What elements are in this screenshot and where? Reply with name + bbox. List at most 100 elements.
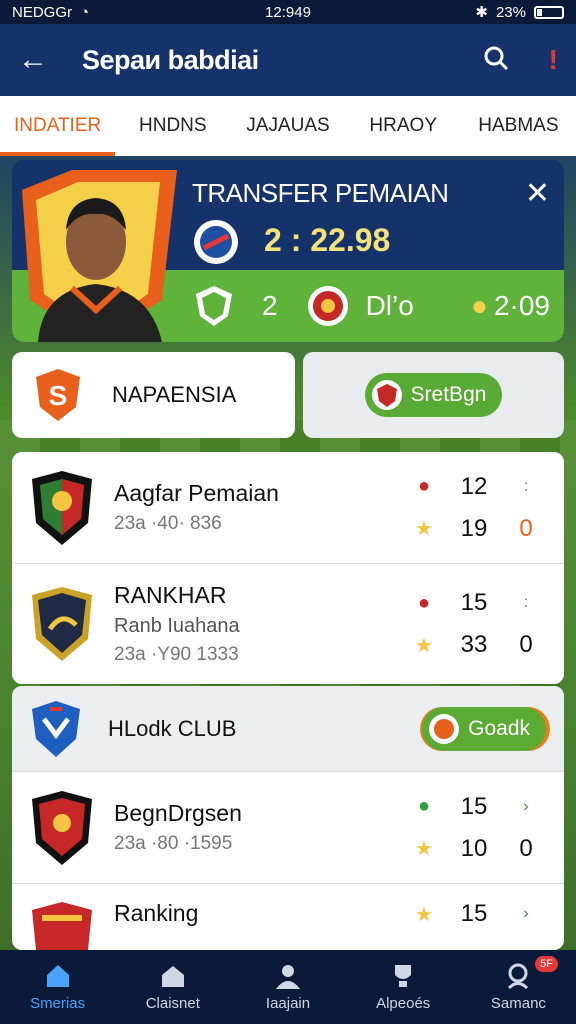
red-dot-icon: ●: [417, 591, 431, 614]
chevron-right-icon[interactable]: ›: [506, 905, 546, 923]
battery-icon: [534, 5, 564, 19]
player-stats: ● 12 : ★ 19 0: [406, 473, 546, 543]
stat-side: 0: [519, 631, 533, 658]
search-icon[interactable]: [483, 45, 509, 76]
profile-icon: [508, 963, 529, 989]
list-item[interactable]: BegnDrgsen 23a ·80 ·1595 ● 15 › ★ 10 0: [12, 772, 564, 884]
nav-item-samanc[interactable]: 5F Samanc: [461, 950, 576, 1024]
red-pin-icon: ●: [417, 475, 431, 497]
battery-text: 23%: [495, 3, 526, 21]
league-label-box[interactable]: S NAPAENSIA: [12, 352, 295, 438]
bottom-nav: Smerias Claisnet Iaajain Alpeoés 5F Sama…: [0, 950, 576, 1024]
players-icon: [276, 964, 300, 989]
transfer-score: 2 : 22.98: [264, 222, 391, 258]
chevron-right-icon[interactable]: ›: [506, 798, 546, 816]
nav-label: Claisnet: [145, 994, 200, 1012]
star-icon: ★: [415, 838, 433, 860]
team-crest-icon: [194, 220, 238, 264]
ranking-list-2: HLodk CLUB Goadk BegnDrgsen 23a ·80 ·159…: [12, 686, 564, 950]
stat-bottom: 10: [460, 834, 488, 862]
back-arrow-icon[interactable]: ←: [18, 43, 48, 77]
transfer-title: TRANSFER PEMAIAN: [192, 178, 449, 208]
nav-item-claisnet[interactable]: Claisnet: [115, 950, 230, 1024]
menu-dots-icon[interactable]: :: [506, 478, 546, 496]
stat-side: 0: [519, 834, 533, 862]
nav-item-iaajain[interactable]: Iaajain: [230, 950, 345, 1024]
player-portrait: [22, 170, 177, 342]
stat-top: 12: [460, 472, 488, 500]
club-section-label: HLodk CLUB: [108, 715, 237, 741]
close-icon[interactable]: ✕: [525, 176, 550, 211]
stat-top: 15: [460, 589, 488, 616]
club-crest-icon: [32, 902, 92, 950]
transfer-right-val: 2·09: [493, 290, 550, 321]
player-stats: ● 15 › ★ 10 0: [406, 793, 546, 863]
star-icon: ★: [415, 518, 433, 540]
transfer-mid-text: Dl’o: [365, 290, 414, 321]
list-item[interactable]: Aagfar Pemaian 23a ·40· 836 ● 12 : ★ 19 …: [12, 452, 564, 564]
stat-top: 15: [460, 900, 488, 927]
sretbgn-button[interactable]: SretBgn: [364, 373, 503, 417]
notification-badge: 5F: [535, 956, 559, 972]
player-name: Aagfar Pemaian: [114, 480, 279, 506]
medal-icon: ●: [471, 290, 488, 321]
transfer-card[interactable]: TRANSFER PEMAIAN ✕ 2 : 22.98 2 Dl’o ● 2·…: [12, 160, 564, 342]
player-stats: ● 15 : ★ 33 0: [406, 589, 546, 659]
tab-bar: INDATIER HNDNS JAJAUAS HRAOY HABMAS: [0, 96, 576, 156]
star-icon: ★: [415, 634, 433, 657]
stat-top: 15: [460, 792, 488, 820]
home-icon: [46, 964, 69, 987]
nav-item-alpeoes[interactable]: Alpeoés: [346, 950, 461, 1024]
league-logo-icon: S: [36, 369, 80, 421]
club-mini-crest-icon: [371, 380, 402, 410]
list-item[interactable]: RANKHAR Ranb Iuahana 23a ·Y90 1333 ● 15 …: [12, 564, 564, 684]
player-meta: 23a ·Y90 1333: [114, 644, 239, 665]
transfer-left-num: 2: [262, 290, 278, 321]
app-bar: ← Sepaи babdiai !: [0, 24, 576, 96]
svg-text:S: S: [49, 380, 68, 411]
tab-jajauas[interactable]: JAJAUAS: [230, 96, 345, 156]
club-badge-icon: [196, 286, 232, 326]
wifi-icon: ◔: [80, 3, 90, 21]
tab-indatier[interactable]: INDATIER: [0, 96, 116, 156]
club-crest-icon: [32, 587, 92, 661]
league-label: NAPAENSIA: [112, 382, 237, 407]
stat-bottom: 19: [460, 514, 488, 542]
stat-side: 0: [519, 514, 533, 542]
nav-item-smerias[interactable]: Smerias: [0, 950, 115, 1024]
tab-habmas[interactable]: HABMAS: [461, 96, 576, 156]
player-meta: 23a ·80 ·1595: [114, 833, 233, 854]
trophy-icon: [395, 964, 412, 987]
player-stats: ★ 15 ›: [406, 900, 546, 928]
nav-label: Iaajain: [265, 994, 311, 1012]
club-crest-icon: [32, 470, 92, 545]
green-pin-icon: ●: [417, 795, 431, 817]
star-icon: ★: [415, 903, 433, 926]
transfer-stats: 2 Dl’o ● 2·09: [192, 284, 550, 328]
goadk-label: Goadk: [468, 716, 530, 740]
goadk-button[interactable]: Goadk: [422, 706, 546, 751]
player-name: RANKHAR: [114, 582, 227, 608]
club-mini-crest-icon: [429, 713, 460, 744]
player-meta: 23a ·40· 836: [114, 513, 222, 534]
club-section-header: HLodk CLUB Goadk: [12, 686, 564, 772]
nav-label: Smerias: [30, 994, 86, 1012]
club-shield-icon: [32, 700, 80, 757]
tab-hndns[interactable]: HNDNS: [115, 96, 230, 156]
player-name-secondary: Ranb Iuahana: [114, 615, 240, 637]
league-action-box: SretBgn: [303, 352, 564, 438]
stat-bottom: 33: [460, 631, 488, 658]
carrier-text: NEDGGr: [12, 3, 72, 21]
alert-icon[interactable]: !: [549, 44, 558, 76]
bluetooth-icon: ✱: [475, 4, 488, 21]
club-crest-icon: [32, 790, 92, 865]
league-header: S NAPAENSIA SretBgn: [12, 352, 564, 438]
menu-dots-icon[interactable]: :: [506, 594, 546, 612]
ranking-list-1: Aagfar Pemaian 23a ·40· 836 ● 12 : ★ 19 …: [12, 452, 564, 684]
player-name: BegnDrgsen: [114, 800, 242, 826]
player-name: Ranking: [114, 900, 199, 926]
list-item[interactable]: Ranking ★ 15 ›: [12, 884, 564, 950]
tab-hraoy[interactable]: HRAOY: [346, 96, 461, 156]
page-title: Sepaи babdiai: [82, 44, 259, 75]
stadium-icon: [161, 965, 184, 987]
